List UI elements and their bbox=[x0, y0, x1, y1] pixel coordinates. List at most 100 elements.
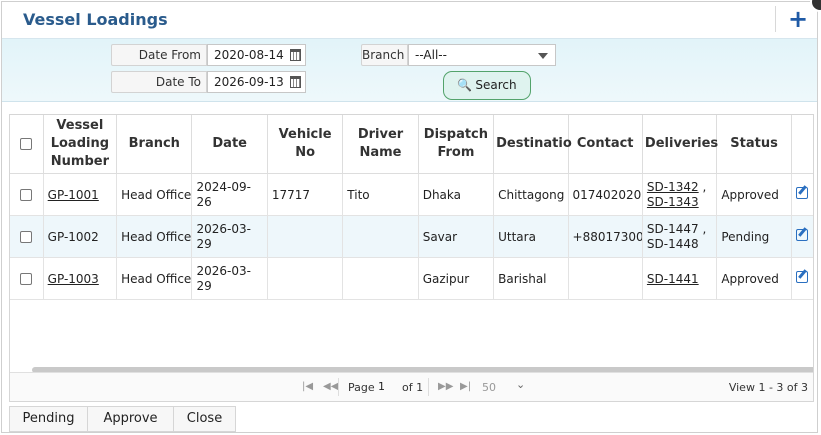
delivery-link[interactable]: SD-1342 bbox=[647, 180, 699, 194]
column-header-vehicle[interactable]: Vehicle No bbox=[267, 115, 344, 174]
cell-deliveries: SD-1447 , SD-1448 bbox=[642, 215, 718, 258]
cell-driver bbox=[342, 215, 419, 258]
filter-panel: Date From 2020-08-14 Date To 2026-09-13 … bbox=[2, 38, 817, 102]
column-header-number[interactable]: Vessel Loading Number bbox=[43, 115, 118, 174]
chevron-down-icon[interactable]: ⌄ bbox=[516, 378, 525, 391]
delivery-link[interactable]: SD-1441 bbox=[647, 272, 699, 286]
select-all-checkbox[interactable] bbox=[20, 137, 33, 150]
column-header-branch[interactable]: Branch bbox=[116, 115, 193, 174]
column-header-dispatch[interactable]: Dispatch From bbox=[418, 115, 495, 174]
vessel-loading-link[interactable]: GP-1001 bbox=[48, 188, 99, 202]
edit-icon[interactable] bbox=[795, 271, 808, 283]
action-bar: Pending Approve Close bbox=[9, 406, 236, 432]
row-checkbox[interactable] bbox=[20, 189, 33, 201]
date-from-input[interactable]: 2020-08-14 bbox=[207, 44, 306, 66]
cell-destination: Chittagong bbox=[493, 173, 569, 216]
divider bbox=[338, 378, 339, 396]
calendar-icon[interactable] bbox=[290, 76, 301, 88]
cell-branch: Head Office bbox=[116, 173, 193, 216]
approve-button[interactable]: Approve bbox=[87, 406, 173, 432]
cell-number[interactable]: GP-1001 bbox=[43, 173, 118, 216]
pager: |◀ ◀◀ Page 1 of 1 ▶▶ ▶| 50 ⌄ View 1 - 3 … bbox=[10, 372, 813, 401]
date-to-label: Date To bbox=[111, 71, 207, 93]
cell-edit[interactable] bbox=[791, 257, 813, 300]
data-table: Vessel Loading Number Branch Date Vehicl… bbox=[10, 115, 813, 300]
vessel-loading-link[interactable]: GP-1003 bbox=[48, 272, 99, 286]
date-to-input[interactable]: 2026-09-13 bbox=[207, 71, 306, 93]
add-button[interactable]: + bbox=[786, 5, 810, 33]
branch-select-value: --All-- bbox=[415, 48, 447, 62]
branch-label: Branch bbox=[361, 44, 408, 66]
cell-contact: 01740202020 bbox=[568, 173, 643, 216]
date-from-value: 2020-08-14 bbox=[214, 48, 284, 62]
column-header-contact[interactable]: Contact bbox=[568, 115, 643, 174]
delivery-text: SD-1447 bbox=[646, 221, 699, 236]
row-select-cell[interactable] bbox=[10, 173, 44, 216]
delivery-link[interactable]: SD-1343 bbox=[647, 195, 699, 209]
calendar-icon[interactable] bbox=[290, 49, 301, 61]
branch-select[interactable]: --All-- bbox=[408, 44, 556, 66]
view-records-text: View 1 - 3 of 3 bbox=[728, 381, 808, 394]
divider bbox=[775, 6, 776, 32]
close-button[interactable]: Close bbox=[173, 406, 236, 432]
cell-number[interactable]: GP-1003 bbox=[43, 257, 118, 300]
column-header-destination[interactable]: Destinatio bbox=[493, 115, 572, 174]
cell-date: 2024-09-26 bbox=[191, 173, 268, 216]
search-button-label: Search bbox=[475, 78, 517, 92]
row-checkbox[interactable] bbox=[20, 273, 33, 285]
column-header-status[interactable]: Status bbox=[716, 115, 792, 174]
row-select-cell[interactable] bbox=[10, 215, 44, 258]
table-row[interactable]: GP-1001 Head Office 2024-09-26 17717 Tit… bbox=[10, 173, 813, 216]
title-bar: Vessel Loadings + bbox=[2, 2, 817, 38]
search-icon: 🔍 bbox=[457, 78, 473, 92]
column-header-deliveries[interactable]: Deliveries bbox=[642, 115, 718, 174]
column-header-driver[interactable]: Driver Name bbox=[342, 115, 419, 174]
page-size-select[interactable]: 50 bbox=[482, 381, 496, 394]
first-page-icon[interactable]: |◀ bbox=[302, 381, 313, 392]
cell-contact bbox=[568, 257, 643, 300]
vessel-loadings-window: Vessel Loadings + Date From 2020-08-14 D… bbox=[1, 0, 821, 433]
chevron-down-icon bbox=[538, 53, 548, 59]
cell-branch: Head Office bbox=[116, 215, 193, 258]
cell-vehicle bbox=[267, 215, 344, 258]
cell-contact: +88017300 bbox=[568, 215, 643, 258]
table-row[interactable]: GP-1003 Head Office 2026-03-29 Gazipur B… bbox=[10, 257, 813, 300]
cell-status: Approved bbox=[716, 257, 792, 300]
cell-number[interactable]: GP-1002 bbox=[43, 215, 118, 258]
table-header-row: Vessel Loading Number Branch Date Vehicl… bbox=[10, 115, 813, 174]
cell-dispatch: Gazipur bbox=[418, 257, 495, 300]
divider bbox=[428, 378, 429, 396]
page-input[interactable]: 1 bbox=[378, 379, 394, 395]
edit-icon[interactable] bbox=[795, 187, 808, 199]
cell-deliveries: SD-1441 bbox=[642, 257, 718, 300]
row-select-cell[interactable] bbox=[10, 257, 44, 300]
select-all-header[interactable] bbox=[10, 115, 44, 174]
cell-edit[interactable] bbox=[791, 215, 813, 258]
date-to-value: 2026-09-13 bbox=[214, 75, 284, 89]
search-button[interactable]: 🔍 Search bbox=[443, 71, 531, 100]
prev-page-icon[interactable]: ◀◀ bbox=[323, 381, 338, 392]
cell-edit[interactable] bbox=[791, 173, 813, 216]
vessel-loadings-grid: Vessel Loading Number Branch Date Vehicl… bbox=[9, 114, 814, 402]
cell-date: 2026-03-29 bbox=[191, 215, 268, 258]
column-header-date[interactable]: Date bbox=[191, 115, 268, 174]
cell-deliveries: SD-1342 , SD-1343 bbox=[642, 173, 718, 216]
delivery-text: SD-1448 bbox=[646, 236, 699, 251]
cell-destination: Barishal bbox=[493, 257, 569, 300]
edit-icon[interactable] bbox=[795, 229, 808, 241]
last-page-icon[interactable]: ▶| bbox=[460, 381, 471, 392]
cell-date: 2026-03-29 bbox=[191, 257, 268, 300]
cell-vehicle: 17717 bbox=[267, 173, 344, 216]
cell-dispatch: Savar bbox=[418, 215, 495, 258]
page-title: Vessel Loadings bbox=[23, 10, 168, 29]
page-count-label: of 1 bbox=[402, 381, 424, 394]
row-checkbox[interactable] bbox=[20, 231, 33, 243]
cell-branch: Head Office bbox=[116, 257, 193, 300]
cell-driver: Tito bbox=[342, 173, 419, 216]
next-page-icon[interactable]: ▶▶ bbox=[438, 381, 453, 392]
pending-button[interactable]: Pending bbox=[9, 406, 87, 432]
cell-driver bbox=[342, 257, 419, 300]
date-from-label: Date From bbox=[111, 44, 207, 66]
cell-status: Approved bbox=[716, 173, 792, 216]
table-row[interactable]: GP-1002 Head Office 2026-03-29 Savar Utt… bbox=[10, 215, 813, 258]
